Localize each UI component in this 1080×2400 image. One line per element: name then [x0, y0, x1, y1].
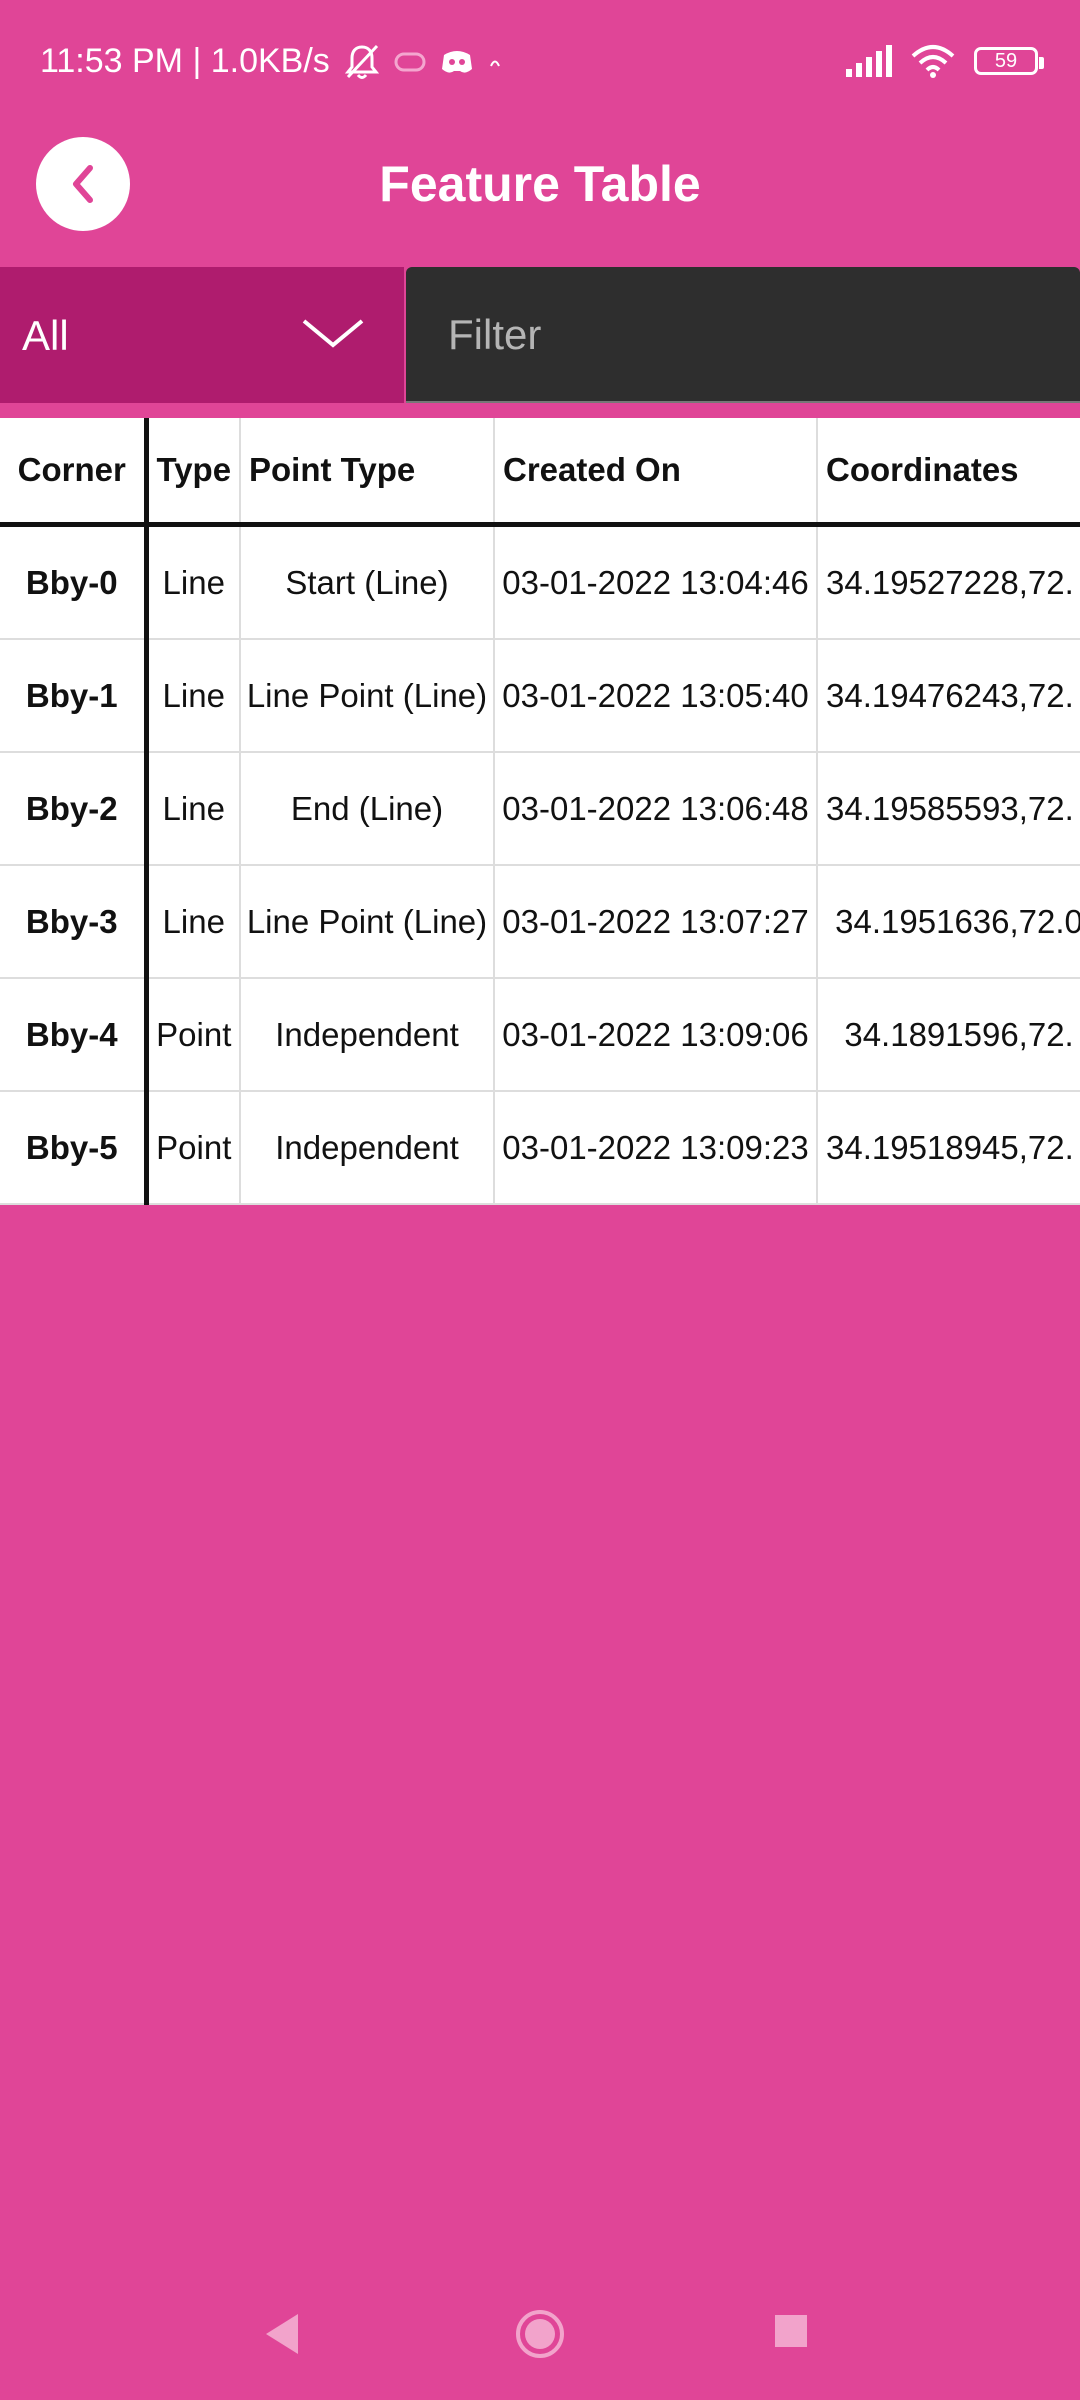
cell-corner: Bby-1	[0, 639, 149, 753]
column-header-corner[interactable]: Corner	[0, 418, 149, 527]
page-title: Feature Table	[379, 156, 701, 212]
cell-created-on: 03-01-2022 13:09:06	[494, 978, 818, 1092]
cell-corner: Bby-3	[0, 865, 149, 979]
cell-coordinates: 34.19476243,72.	[817, 639, 1080, 753]
battery-icon: 59	[974, 47, 1044, 75]
table-row[interactable]: Bby-1 Line Line Point (Line) 03-01-2022 …	[0, 639, 1080, 753]
status-left: 11:53 PM | 1.0KB/s	[40, 42, 502, 81]
cell-type: Line	[146, 865, 241, 979]
cell-created-on: 03-01-2022 13:09:23	[494, 1091, 818, 1205]
system-nav-bar	[0, 2290, 1080, 2380]
cell-corner: Bby-0	[0, 524, 149, 640]
chevron-down-icon	[302, 319, 364, 348]
table-header-row: Corner Type Point Type Created On Coordi…	[0, 418, 1080, 527]
table-row[interactable]: Bby-2 Line End (Line) 03-01-2022 13:06:4…	[0, 752, 1080, 866]
feature-table-grid: Corner Type Point Type Created On Coordi…	[0, 418, 1080, 1205]
cell-type: Point	[146, 978, 241, 1092]
filter-input[interactable]	[448, 305, 1048, 365]
type-select[interactable]: All	[0, 267, 404, 403]
app-bar: Feature Table	[0, 130, 1080, 265]
cell-coordinates: 34.19518945,72.	[817, 1091, 1080, 1205]
feature-table[interactable]: Corner Type Point Type Created On Coordi…	[0, 418, 1080, 1205]
table-row[interactable]: Bby-3 Line Line Point (Line) 03-01-2022 …	[0, 865, 1080, 979]
cell-coordinates: 34.19527228,72.	[817, 524, 1080, 640]
status-right: 59	[844, 44, 1044, 78]
column-header-type[interactable]: Type	[146, 418, 241, 527]
status-time: 11:53 PM | 1.0KB/s	[40, 42, 330, 80]
nav-home-icon[interactable]	[514, 2308, 566, 2360]
cell-corner: Bby-4	[0, 978, 149, 1092]
column-header-coordinates[interactable]: Coordinates	[817, 418, 1080, 527]
cell-created-on: 03-01-2022 13:04:46	[494, 524, 818, 640]
cell-type: Line	[146, 524, 241, 640]
cell-point-type: Independent	[240, 1091, 495, 1205]
cell-type: Line	[146, 639, 241, 753]
filter-row: All	[0, 267, 1080, 403]
nav-recents-icon[interactable]	[774, 2314, 808, 2348]
table-row[interactable]: Bby-5 Point Independent 03-01-2022 13:09…	[0, 1091, 1080, 1205]
small-notification-icon	[489, 60, 500, 66]
cell-point-type: Line Point (Line)	[240, 865, 495, 979]
status-bar: 11:53 PM | 1.0KB/s 59	[0, 0, 1080, 130]
cell-type: Line	[146, 752, 241, 866]
cell-coordinates: 34.1891596,72.	[817, 978, 1080, 1092]
table-row[interactable]: Bby-0 Line Start (Line) 03-01-2022 13:04…	[0, 524, 1080, 640]
cell-created-on: 03-01-2022 13:07:27	[494, 865, 818, 979]
cell-point-type: End (Line)	[240, 752, 495, 866]
cell-point-type: Line Point (Line)	[240, 639, 495, 753]
cell-coordinates: 34.1951636,72.0	[817, 865, 1080, 979]
cell-corner: Bby-2	[0, 752, 149, 866]
nav-back-icon[interactable]	[262, 2312, 302, 2356]
signal-icon	[846, 45, 892, 77]
filter-field[interactable]	[406, 267, 1080, 403]
wifi-icon	[911, 45, 955, 78]
cell-type: Point	[146, 1091, 241, 1205]
cell-point-type: Independent	[240, 978, 495, 1092]
column-header-point-type[interactable]: Point Type	[240, 418, 495, 527]
gamepad-icon	[394, 52, 426, 71]
table-row[interactable]: Bby-4 Point Independent 03-01-2022 13:09…	[0, 978, 1080, 1092]
bell-muted-icon	[344, 44, 379, 79]
column-header-created-on[interactable]: Created On	[494, 418, 818, 527]
battery-level: 59	[994, 49, 1018, 72]
discord-icon	[441, 50, 472, 73]
type-select-value: All	[22, 312, 69, 359]
cell-point-type: Start (Line)	[240, 524, 495, 640]
cell-created-on: 03-01-2022 13:06:48	[494, 752, 818, 866]
cell-corner: Bby-5	[0, 1091, 149, 1205]
cell-created-on: 03-01-2022 13:05:40	[494, 639, 818, 753]
cell-coordinates: 34.19585593,72.	[817, 752, 1080, 866]
